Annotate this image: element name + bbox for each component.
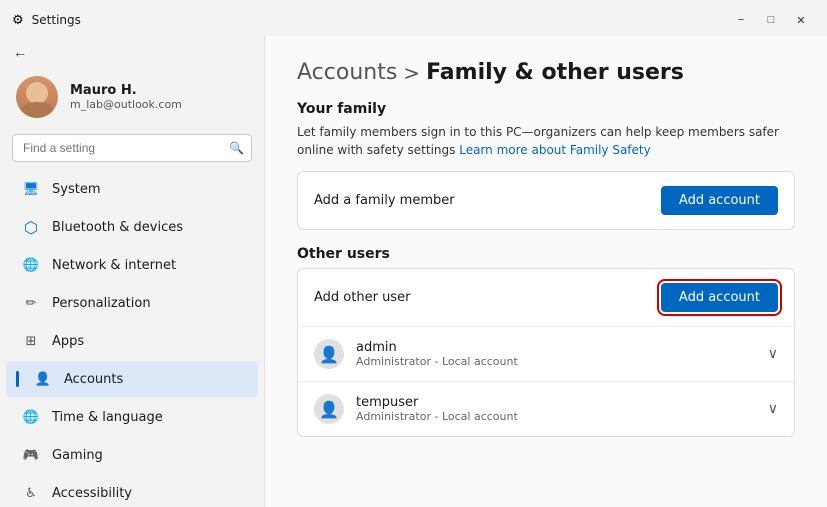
gaming-icon: 🎮: [22, 446, 40, 464]
family-section-desc: Let family members sign in to this PC—or…: [297, 123, 795, 159]
breadcrumb-separator: >: [403, 61, 420, 85]
breadcrumb: Accounts > Family & other users: [297, 60, 795, 85]
sidebar-item-apps[interactable]: ⊞ Apps: [6, 323, 258, 359]
search-input[interactable]: [12, 134, 252, 162]
sidebar-item-accounts[interactable]: 👤 Accounts: [6, 361, 258, 397]
family-section-title: Your family: [297, 101, 795, 117]
avatar-head: [26, 82, 48, 104]
sidebar-item-gaming[interactable]: 🎮 Gaming: [6, 437, 258, 473]
user-name: Mauro H.: [70, 83, 248, 98]
chevron-down-icon-admin: ∨: [768, 346, 778, 362]
add-other-label: Add other user: [314, 290, 410, 305]
active-indicator: [16, 371, 19, 387]
add-family-label: Add a family member: [314, 193, 455, 208]
family-card-row: Add a family member Add account: [298, 172, 794, 229]
add-other-button[interactable]: Add account: [661, 283, 778, 312]
sidebar-item-system[interactable]: 🖥 System: [6, 171, 258, 207]
learn-more-link[interactable]: Learn more about Family Safety: [459, 143, 651, 157]
sidebar-item-bluetooth[interactable]: ⬡ Bluetooth & devices: [6, 209, 258, 245]
search-box: 🔍: [12, 134, 252, 162]
add-other-row: Add other user Add account: [298, 269, 794, 326]
search-icon: 🔍: [229, 141, 244, 155]
sidebar-label-system: System: [52, 182, 100, 197]
chevron-down-icon-tempuser: ∨: [768, 401, 778, 417]
user-row-tempuser[interactable]: 👤 tempuser Administrator - Local account…: [298, 381, 794, 436]
user-name-tempuser: tempuser: [356, 395, 768, 410]
apps-icon: ⊞: [22, 332, 40, 350]
other-users-card: Add other user Add account 👤 admin Admin…: [297, 268, 795, 437]
network-icon: 🌐: [22, 256, 40, 274]
user-email: m_lab@outlook.com: [70, 98, 248, 111]
minimize-button[interactable]: −: [727, 10, 755, 30]
avatar-face: [16, 76, 58, 118]
user-name-admin: admin: [356, 340, 768, 355]
avatar: [16, 76, 58, 118]
maximize-button[interactable]: □: [757, 10, 785, 30]
sidebar-item-network[interactable]: 🌐 Network & internet: [6, 247, 258, 283]
title-bar-left: ⚙ Settings: [12, 13, 81, 28]
breadcrumb-parent: Accounts: [297, 60, 397, 85]
user-info-admin: admin Administrator - Local account: [356, 340, 768, 368]
close-button[interactable]: ✕: [787, 10, 815, 30]
user-info-tempuser: tempuser Administrator - Local account: [356, 395, 768, 423]
settings-icon: ⚙: [12, 13, 24, 28]
sidebar-label-bluetooth: Bluetooth & devices: [52, 220, 183, 235]
back-button[interactable]: ←: [8, 40, 32, 64]
sidebar-item-time[interactable]: 🌐 Time & language: [6, 399, 258, 435]
main-content: Accounts > Family & other users Your fam…: [265, 36, 827, 507]
add-family-button[interactable]: Add account: [661, 186, 778, 215]
breadcrumb-current: Family & other users: [426, 60, 684, 85]
sidebar-label-accessibility: Accessibility: [52, 486, 132, 501]
sidebar-label-apps: Apps: [52, 334, 84, 349]
sidebar-label-personalization: Personalization: [52, 296, 151, 311]
accounts-icon: 👤: [34, 370, 52, 388]
sidebar-item-accessibility[interactable]: ♿ Accessibility: [6, 475, 258, 507]
app-title: Settings: [32, 13, 81, 27]
sidebar-item-personalization[interactable]: ✏ Personalization: [6, 285, 258, 321]
user-sub-admin: Administrator - Local account: [356, 355, 768, 368]
user-avatar-tempuser: 👤: [314, 394, 344, 424]
accessibility-icon: ♿: [22, 484, 40, 502]
user-row-admin[interactable]: 👤 admin Administrator - Local account ∨: [298, 326, 794, 381]
sidebar-label-time: Time & language: [52, 410, 163, 425]
sidebar-label-gaming: Gaming: [52, 448, 103, 463]
user-info: Mauro H. m_lab@outlook.com: [70, 83, 248, 111]
avatar-body: [21, 102, 53, 118]
title-bar: ⚙ Settings − □ ✕: [0, 0, 827, 36]
personalization-icon: ✏: [22, 294, 40, 312]
sidebar-label-accounts: Accounts: [64, 372, 123, 387]
user-sub-tempuser: Administrator - Local account: [356, 410, 768, 423]
user-avatar-admin: 👤: [314, 339, 344, 369]
sidebar: ← Mauro H. m_lab@outlook.com 🔍 🖥 System: [0, 36, 265, 507]
bluetooth-icon: ⬡: [22, 218, 40, 236]
other-section-title: Other users: [297, 246, 795, 262]
user-section: Mauro H. m_lab@outlook.com: [0, 64, 264, 134]
sidebar-label-network: Network & internet: [52, 258, 176, 273]
window-controls: − □ ✕: [727, 10, 815, 30]
system-icon: 🖥: [22, 180, 40, 198]
app-body: ← Mauro H. m_lab@outlook.com 🔍 🖥 System: [0, 36, 827, 507]
time-icon: 🌐: [22, 408, 40, 426]
family-card: Add a family member Add account: [297, 171, 795, 230]
